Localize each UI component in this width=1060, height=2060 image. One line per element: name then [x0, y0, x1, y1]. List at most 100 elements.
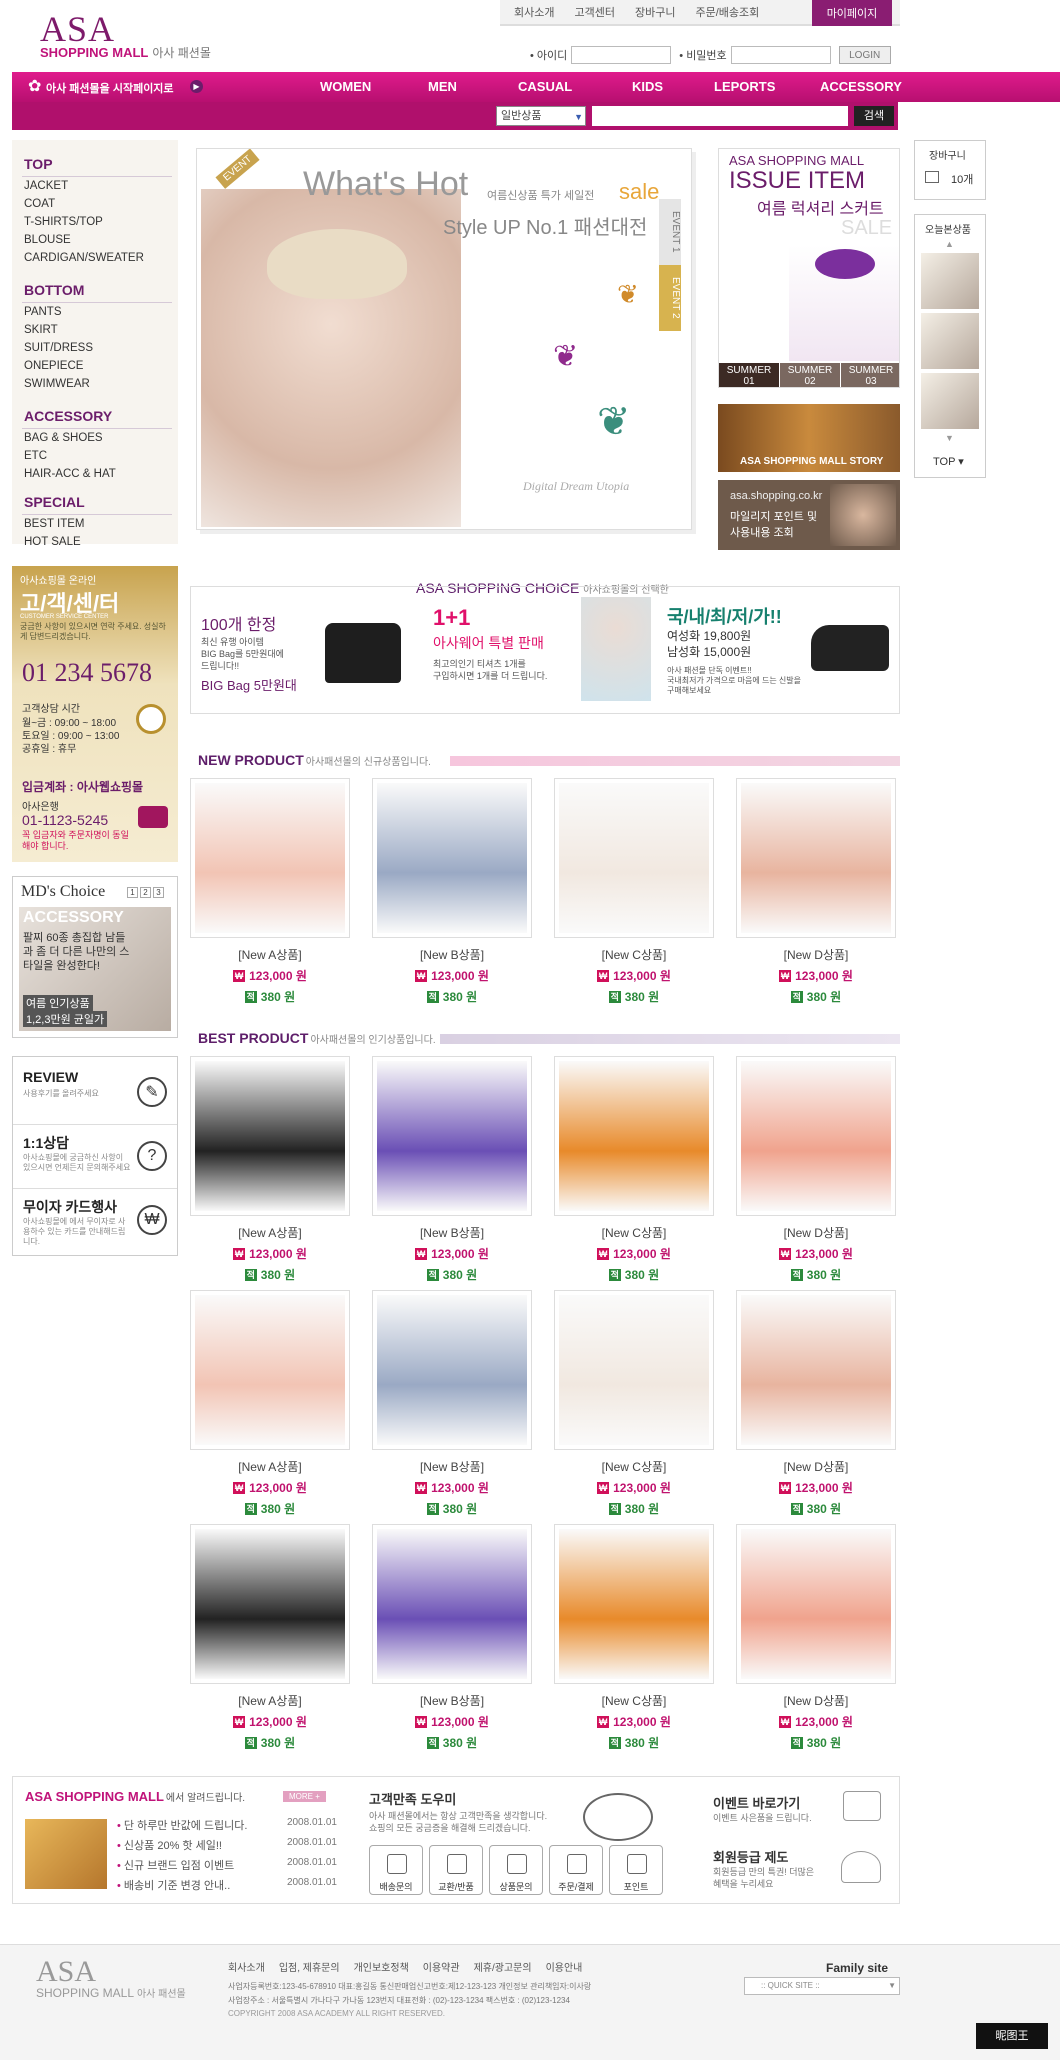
start-page-link[interactable]: 아사 패션몰을 시작페이지로 [46, 80, 174, 96]
category-item[interactable]: HAIR-ACC & HAT [24, 468, 116, 480]
search-button[interactable]: 검색 [854, 106, 894, 126]
chevron-up-icon[interactable]: ▲ [945, 239, 954, 249]
product-name[interactable]: [New B상품] [372, 946, 532, 963]
mileage-banner[interactable]: asa.shopping.co.kr 마일리지 포인트 및 사용내용 조회 [718, 480, 900, 550]
category-heading-1[interactable]: BOTTOM [24, 282, 84, 298]
menu-men[interactable]: MEN [428, 79, 457, 94]
more-button[interactable]: MORE + [283, 1791, 326, 1802]
product-name[interactable]: [New C상품] [554, 1224, 714, 1241]
search-input[interactable] [592, 106, 848, 126]
category-item[interactable]: CARDIGAN/SWEATER [24, 252, 144, 264]
category-item[interactable]: SWIMWEAR [24, 378, 90, 390]
product-image[interactable] [190, 1524, 350, 1684]
product-image[interactable] [554, 1290, 714, 1450]
product-name[interactable]: [New D상품] [736, 946, 896, 963]
product-name[interactable]: [New B상품] [372, 1458, 532, 1475]
product-image[interactable] [736, 1056, 896, 1216]
category-item[interactable]: COAT [24, 198, 55, 210]
md-choice[interactable]: MD's Choice 1 2 3 ACCESSORY 팔찌 60종 총집합 남… [12, 876, 178, 1038]
notice-item[interactable]: • 신규 브랜드 입점 이벤트 2008.01.01 [117, 1857, 337, 1873]
info-row-2[interactable]: 무이자 카드행사 아사쇼핑몰에 에서 무이자로 사용하수 있는 카드를 안내해드… [13, 1193, 177, 1253]
issue-tab-1[interactable]: SUMMER 01 [719, 363, 779, 387]
member-title[interactable]: 회원등급 제도 [713, 1847, 788, 1866]
product-card[interactable]: [New D상품] ₩123,000 원 적 380 원 [736, 1290, 896, 1517]
product-card[interactable]: [New B상품] ₩123,000 원 적 380 원 [372, 778, 532, 1005]
event-tab-1[interactable]: EVENT 1 [659, 199, 681, 265]
md-page-1[interactable]: 1 [127, 887, 138, 898]
category-item[interactable]: SUIT/DRESS [24, 342, 93, 354]
category-item[interactable]: T-SHIRTS/TOP [24, 216, 103, 228]
recent-item[interactable] [921, 373, 979, 429]
product-image[interactable] [372, 1290, 532, 1450]
notice-item[interactable]: • 신상품 20% 핫 세일!! 2008.01.01 [117, 1837, 337, 1853]
issue-item-banner[interactable]: ASA SHOPPING MALL ISSUE ITEM 여름 럭셔리 스커트 … [718, 148, 900, 388]
product-name[interactable]: [New D상품] [736, 1458, 896, 1475]
product-card[interactable]: [New D상품] ₩123,000 원 적 380 원 [736, 1056, 896, 1283]
product-image[interactable] [372, 1056, 532, 1216]
product-image[interactable] [736, 1290, 896, 1450]
product-name[interactable]: [New A상품] [190, 1692, 350, 1709]
info-row-0[interactable]: REVIEW 사용후기를 올려주세요 ✎ [13, 1065, 177, 1125]
service-button-4[interactable]: 포인트 [609, 1845, 663, 1895]
category-item[interactable]: SKIRT [24, 324, 58, 336]
product-card[interactable]: [New C상품] ₩123,000 원 적 380 원 [554, 1290, 714, 1517]
category-item[interactable]: ONEPIECE [24, 360, 83, 372]
event-tab-2[interactable]: EVENT 2 [659, 265, 681, 331]
chevron-down-icon[interactable]: ▼ [945, 433, 954, 443]
footer-link[interactable]: 이용안내 [546, 1959, 583, 1974]
category-item[interactable]: ETC [24, 450, 47, 462]
product-card[interactable]: [New A상품] ₩123,000 원 적 380 원 [190, 1056, 350, 1283]
category-item[interactable]: BAG & SHOES [24, 432, 103, 444]
product-name[interactable]: [New D상품] [736, 1224, 896, 1241]
category-item[interactable]: PANTS [24, 306, 62, 318]
footer-link[interactable]: 제휴/광고문의 [474, 1959, 532, 1974]
service-button-1[interactable]: 교환/반품 [429, 1845, 483, 1895]
menu-accessory[interactable]: ACCESSORY [820, 79, 902, 94]
event-title[interactable]: 이벤트 바로가기 [713, 1793, 800, 1812]
product-image[interactable] [554, 778, 714, 938]
mypage-button[interactable]: 마이페이지 [812, 0, 892, 26]
footer-logo[interactable]: ASA SHOPPING MALL 아사 패션몰 [36, 1955, 186, 2000]
service-button-0[interactable]: 배송문의 [369, 1845, 423, 1895]
login-button[interactable]: LOGIN [838, 46, 891, 64]
top-link-cart[interactable]: 장바구니 [635, 4, 675, 20]
issue-tab-2[interactable]: SUMMER 02 [780, 363, 840, 387]
password-input[interactable] [730, 46, 831, 64]
product-image[interactable] [554, 1056, 714, 1216]
recent-item[interactable] [921, 253, 979, 309]
recent-item[interactable] [921, 313, 979, 369]
choice-item-1[interactable]: 100개 한정 최신 유행 아이템 BIG Bag를 5만원대에 드립니다!! … [195, 595, 421, 703]
product-image[interactable] [190, 1290, 350, 1450]
product-card[interactable]: [New D상품] ₩123,000 원 적 380 원 [736, 778, 896, 1005]
product-name[interactable]: [New C상품] [554, 1458, 714, 1475]
id-input[interactable] [571, 46, 672, 64]
md-page-2[interactable]: 2 [140, 887, 151, 898]
product-name[interactable]: [New D상품] [736, 1692, 896, 1709]
product-card[interactable]: [New B상품] ₩123,000 원 적 380 원 [372, 1290, 532, 1517]
product-name[interactable]: [New A상품] [190, 1458, 350, 1475]
product-image[interactable] [554, 1524, 714, 1684]
menu-women[interactable]: WOMEN [320, 79, 371, 94]
product-card[interactable]: [New C상품] ₩123,000 원 적 380 원 [554, 778, 714, 1005]
cart-box[interactable]: 장바구니 10개 [914, 140, 986, 200]
product-name[interactable]: [New C상품] [554, 946, 714, 963]
service-button-3[interactable]: 주문/결제 [549, 1845, 603, 1895]
category-item[interactable]: BLOUSE [24, 234, 71, 246]
product-card[interactable]: [New C상품] ₩123,000 원 적 380 원 [554, 1524, 714, 1751]
menu-leports[interactable]: LEPORTS [714, 79, 775, 94]
category-heading-0[interactable]: TOP [24, 156, 53, 172]
category-heading-3[interactable]: SPECIAL [24, 494, 85, 510]
product-card[interactable]: [New C상품] ₩123,000 원 적 380 원 [554, 1056, 714, 1283]
notice-item[interactable]: • 배송비 기준 변경 안내.. 2008.01.01 [117, 1877, 337, 1893]
product-image[interactable] [372, 1524, 532, 1684]
product-name[interactable]: [New A상품] [190, 1224, 350, 1241]
footer-link[interactable]: 회사소개 [228, 1959, 265, 1974]
product-name[interactable]: [New B상품] [372, 1692, 532, 1709]
notice-item[interactable]: • 단 하루만 반값에 드립니다. 2008.01.01 [117, 1817, 337, 1833]
footer-link[interactable]: 개인보호정책 [354, 1959, 409, 1974]
product-card[interactable]: [New B상품] ₩123,000 원 적 380 원 [372, 1524, 532, 1751]
product-card[interactable]: [New B상품] ₩123,000 원 적 380 원 [372, 1056, 532, 1283]
service-button-2[interactable]: 상품문의 [489, 1845, 543, 1895]
product-image[interactable] [190, 1056, 350, 1216]
story-banner[interactable]: ASA SHOPPING MALL STORY [718, 404, 900, 472]
